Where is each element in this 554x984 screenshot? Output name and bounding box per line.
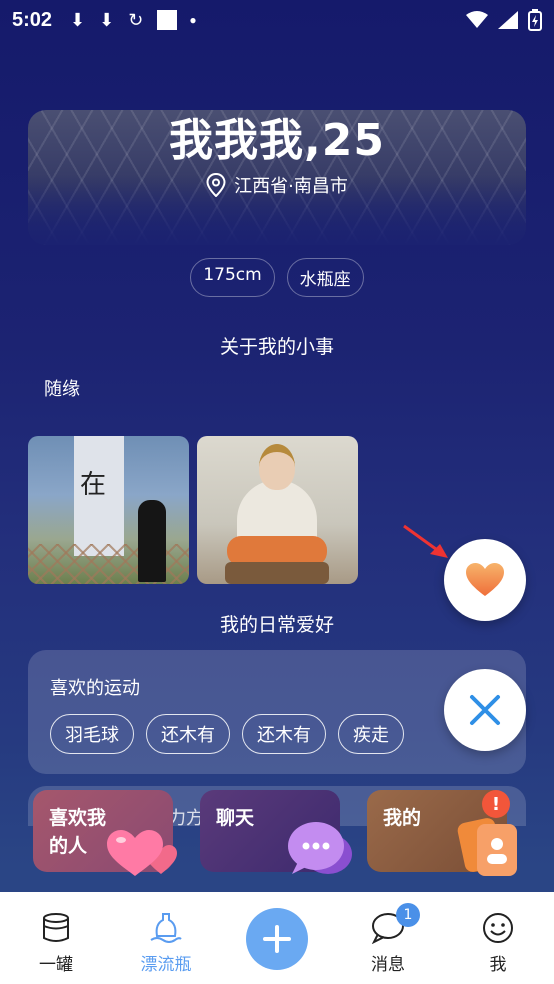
sports-tags: 羽毛球 还木有 还木有 疾走 [50,714,404,754]
add-bottle-button[interactable] [246,908,308,970]
nav-item-drift-bottle[interactable]: 漂流瓶 [116,892,216,975]
like-button[interactable] [444,539,526,621]
nav-item-messages[interactable]: 消息 [338,892,438,975]
battery-icon [528,9,542,31]
status-bar: 5:02 ⬇ ⬇ ↻ ● [0,0,554,40]
profile-location: 江西省·南昌市 [0,172,554,198]
download-icon: ⬇ [70,9,86,30]
alert-badge: ! [482,790,510,818]
heart-icon [466,563,504,596]
nav-label: 一罐 [39,955,73,975]
quick-action-label: 我的 [383,807,422,829]
nav-label: 漂流瓶 [140,955,192,975]
message-count-badge: 1 [396,903,420,927]
sport-tag: 羽毛球 [50,714,134,754]
profile-photo-2[interactable] [197,436,358,584]
nav-item-jar[interactable]: 一罐 [6,892,106,975]
about-text: 随缘 [44,379,80,400]
skip-button[interactable] [444,669,526,751]
sync-icon: ↻ [128,9,144,30]
location-pin-icon [206,173,226,197]
dot-icon: ● [189,13,197,27]
nav-label: 消息 [371,955,405,975]
profile-tag-height: 175cm [190,258,275,297]
notification-square-icon [157,10,178,30]
chat-bubbles-icon [288,822,352,874]
photo-pillar-glyph: 在 [80,470,107,500]
sports-title: 喜欢的运动 [50,678,140,699]
plus-icon [263,925,291,953]
profile-card-icon [457,818,517,876]
statue-head [259,444,295,490]
smiley-icon [448,908,548,948]
sport-tag: 还木有 [242,714,326,754]
hobbies-title: 我的日常爱好 [219,614,334,636]
drift-bottle-icon [116,908,216,948]
nav-item-me[interactable]: 我 [448,892,548,975]
profile-photo-1[interactable]: 在 [28,436,189,584]
quick-action-chat[interactable]: 聊天 [200,790,352,874]
download-icon: ⬇ [99,9,115,30]
quick-action-label: 聊天 [216,807,255,829]
nav-label: 我 [489,955,507,975]
location-text: 江西省·南昌市 [234,176,348,197]
pointer-arrow-icon [403,524,448,558]
profile-tag-zodiac: 水瓶座 [286,258,364,297]
status-time: 5:02 [12,8,53,31]
statue-base [225,562,329,584]
sport-tag: 疾走 [338,714,404,754]
photo-person [138,500,166,582]
hearts-icon [107,830,177,876]
profile-tags: 175cm 水瓶座 [0,258,554,297]
about-title: 关于我的小事 [219,336,334,358]
profile-name-age: 我我我,25 [169,115,385,166]
quick-action-likes-me[interactable]: 喜欢我的人 [33,790,177,876]
wifi-icon [466,11,488,28]
jar-icon [6,908,106,948]
signal-icon [498,11,518,29]
message-icon [338,908,438,948]
close-icon [470,695,500,725]
sport-tag: 还木有 [146,714,230,754]
